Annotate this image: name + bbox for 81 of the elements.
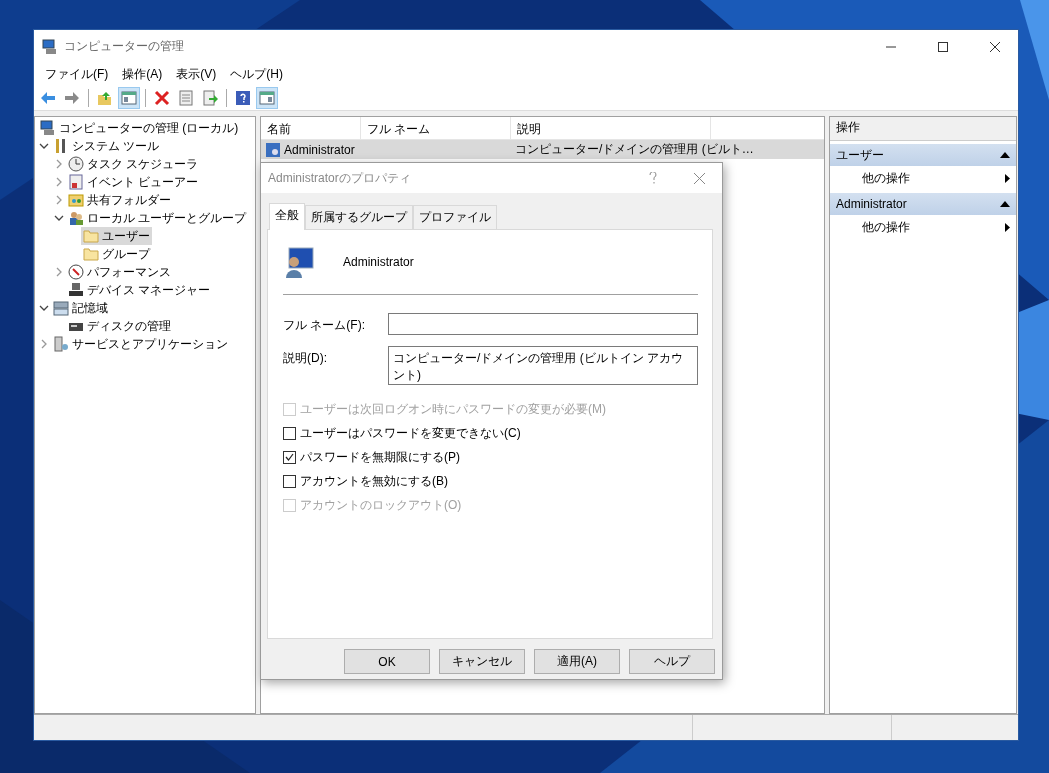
tree-item[interactable]: パフォーマンス <box>66 263 173 281</box>
pane-icon <box>259 90 275 106</box>
tree-item[interactable]: イベント ビューアー <box>66 173 201 191</box>
actions-title: 操作 <box>830 117 1016 141</box>
computer-icon <box>42 38 58 55</box>
action-item[interactable]: 他の操作 <box>830 166 1016 190</box>
users-icon <box>68 210 84 226</box>
pane-icon <box>121 90 137 106</box>
window-title: コンピューターの管理 <box>64 38 185 55</box>
menu-item[interactable]: ファイル(F) <box>38 64 116 85</box>
dialog-title: Administratorのプロパティ <box>268 169 412 187</box>
checkbox-label[interactable]: アカウントを無効にする(B) <box>300 472 448 490</box>
menu-item[interactable]: 操作(A) <box>115 64 170 85</box>
storage-icon <box>53 300 69 316</box>
dialog-button[interactable]: OK <box>344 649 430 674</box>
tree-item[interactable]: デバイス マネージャー <box>66 281 213 299</box>
tab[interactable]: プロファイル <box>413 205 497 229</box>
submenu-arrow-icon <box>1005 222 1010 232</box>
properties-icon <box>178 90 194 106</box>
gauge-icon <box>68 264 84 280</box>
user-computer-icon <box>283 246 315 278</box>
tree-item[interactable]: ユーザー <box>81 227 152 245</box>
submenu-arrow-icon <box>1005 173 1010 183</box>
tab[interactable]: 所属するグループ <box>305 205 413 229</box>
dialog-button[interactable]: ヘルプ <box>629 649 715 674</box>
collapse-triangle-icon[interactable] <box>1000 152 1010 158</box>
collapse-triangle-icon[interactable] <box>1000 201 1010 207</box>
checkbox-label[interactable]: ユーザーはパスワードを変更できない(C) <box>300 424 521 442</box>
device-icon <box>68 282 84 298</box>
tree-item[interactable]: タスク スケジューラ <box>66 155 201 173</box>
checkbox[interactable] <box>283 474 296 488</box>
checkbox[interactable] <box>283 450 296 464</box>
maximize-icon <box>938 41 948 52</box>
tab[interactable]: 全般 <box>269 203 305 230</box>
computer-icon <box>40 120 56 136</box>
help-icon <box>235 90 251 106</box>
back-arrow-icon <box>40 90 56 106</box>
shared-folder-icon <box>68 192 84 208</box>
help-icon <box>649 172 657 184</box>
folder-icon <box>83 228 99 244</box>
description-text: コンピューター/ドメインの管理用 (ビルト… <box>515 141 754 158</box>
menu-item[interactable]: 表示(V) <box>169 64 224 85</box>
actions-section-header[interactable]: ユーザー <box>830 144 1016 166</box>
toolbar-button[interactable] <box>118 87 140 109</box>
tree-item[interactable]: ローカル ユーザーとグループ <box>66 209 249 227</box>
clock-icon <box>68 156 84 172</box>
column-header[interactable]: 名前 <box>261 117 361 139</box>
field-label: 説明(D): <box>283 350 328 367</box>
close-icon <box>990 41 1000 52</box>
services-icon <box>53 336 69 352</box>
action-item[interactable]: 他の操作 <box>830 215 1016 239</box>
tree-item[interactable]: サービスとアプリケーション <box>51 335 230 353</box>
event-log-icon <box>68 174 84 190</box>
toolbar-button[interactable] <box>256 87 278 109</box>
tree-item[interactable]: システム ツール <box>51 137 162 155</box>
list-row[interactable]: Administrator コンピューター/ドメインの管理用 (ビルト… <box>261 140 824 159</box>
user-icon <box>265 141 281 158</box>
forward-arrow-icon <box>64 90 80 106</box>
tree-item[interactable]: コンピューターの管理 (ローカル) <box>38 119 241 137</box>
tree-item[interactable]: 記憶域 <box>51 299 110 317</box>
tree-item[interactable]: ディスクの管理 <box>66 317 173 335</box>
tree-item[interactable]: グループ <box>81 245 152 263</box>
actions-section-header[interactable]: Administrator <box>830 193 1016 215</box>
column-header[interactable]: フル ネーム <box>361 117 511 139</box>
checkbox[interactable] <box>283 426 296 440</box>
dialog-button[interactable]: 適用(A) <box>534 649 620 674</box>
description-field[interactable]: コンピューター/ドメインの管理用 (ビルトイン アカウント) <box>388 346 698 385</box>
field-label: フル ネーム(F): <box>283 317 366 334</box>
menu-item[interactable]: ヘルプ(H) <box>223 64 290 85</box>
user-name: Administrator <box>343 255 414 269</box>
dialog-button[interactable]: キャンセル <box>439 649 525 674</box>
close-icon <box>693 172 705 184</box>
column-header[interactable]: 説明 <box>511 117 711 139</box>
checkmark-icon <box>285 453 294 461</box>
export-icon <box>202 90 218 106</box>
user-name: Administrator <box>284 142 355 157</box>
tree-item[interactable]: 共有フォルダー <box>66 191 173 209</box>
delete-icon <box>154 90 170 106</box>
checkbox-label[interactable]: パスワードを無期限にする(P) <box>300 448 460 466</box>
up-folder-icon <box>97 90 113 106</box>
full-name-field[interactable] <box>388 313 698 335</box>
